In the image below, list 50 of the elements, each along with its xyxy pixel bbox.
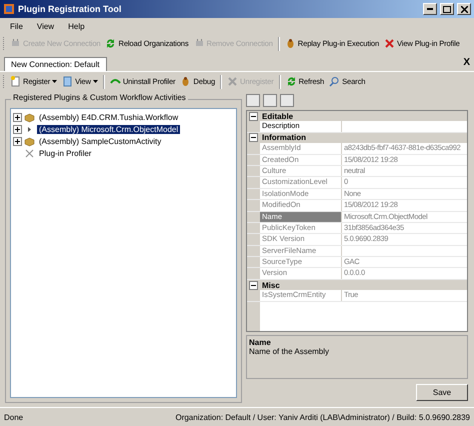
menu-item[interactable]: View [30, 20, 60, 32]
caret-icon [92, 80, 98, 83]
connection-tab[interactable]: New Connection: Default [4, 57, 106, 71]
search-icon [329, 76, 340, 87]
tree-item[interactable]: (Assembly) SampleCustomActivity [37, 136, 164, 146]
minimize-button[interactable] [423, 3, 437, 15]
cross-icon [227, 76, 238, 87]
expand-toggle[interactable] [13, 112, 22, 122]
minimize-icon [427, 8, 433, 10]
window-title: Plugin Registration Tool [18, 4, 122, 14]
caret-icon [52, 80, 58, 83]
close-icon [460, 6, 468, 12]
menu-item[interactable]: Help [62, 20, 91, 32]
page-icon [62, 76, 74, 87]
package-icon [24, 112, 35, 122]
description-text: Name of the Assembly [249, 347, 330, 356]
refresh-icon [286, 76, 297, 87]
connection-info: Organization: Default / User: Yaniv Arditi (LAB\Administrator) / Build: 5.0.9690.2839 [175, 412, 470, 422]
expand-toggle[interactable] [13, 136, 22, 146]
bug-icon [284, 38, 296, 49]
menu-item[interactable]: File [4, 20, 29, 32]
category-title: Editable [262, 112, 294, 121]
tree-item[interactable]: (Assembly) Microsoft.Crm.ObjectModel [37, 124, 180, 134]
categorized-button[interactable] [246, 94, 260, 106]
property-pages-button[interactable] [280, 94, 294, 106]
description-title: Name [249, 338, 272, 347]
refresh-icon [105, 38, 116, 49]
bug-icon [180, 76, 192, 87]
close-tab-button[interactable]: X [463, 56, 470, 68]
app-icon [3, 3, 15, 15]
maximize-button[interactable] [440, 3, 454, 15]
cross-icon [384, 38, 396, 49]
collapse-toggle[interactable] [249, 112, 258, 121]
maximize-icon [443, 6, 451, 12]
category-title: Misc [262, 280, 280, 290]
sort-button[interactable] [263, 94, 277, 106]
expand-toggle[interactable] [13, 124, 22, 134]
package-icon [24, 136, 35, 146]
plug-icon [10, 38, 21, 49]
tree-item[interactable]: Plug-in Profiler [37, 148, 94, 158]
status-text: Done [4, 412, 24, 422]
collapse-toggle[interactable] [249, 133, 258, 142]
tree-item[interactable]: (Assembly) E4D.CRM.Tushia.Workflow [37, 112, 180, 122]
collapse-toggle[interactable] [249, 280, 258, 290]
close-button[interactable] [457, 3, 471, 15]
plug-icon [194, 38, 205, 49]
group-title: Registered Plugins & Custom Workflow Activities [11, 93, 188, 102]
save-button[interactable]: Save [416, 384, 468, 401]
category-title: Information [262, 133, 306, 142]
document-icon [10, 76, 21, 87]
